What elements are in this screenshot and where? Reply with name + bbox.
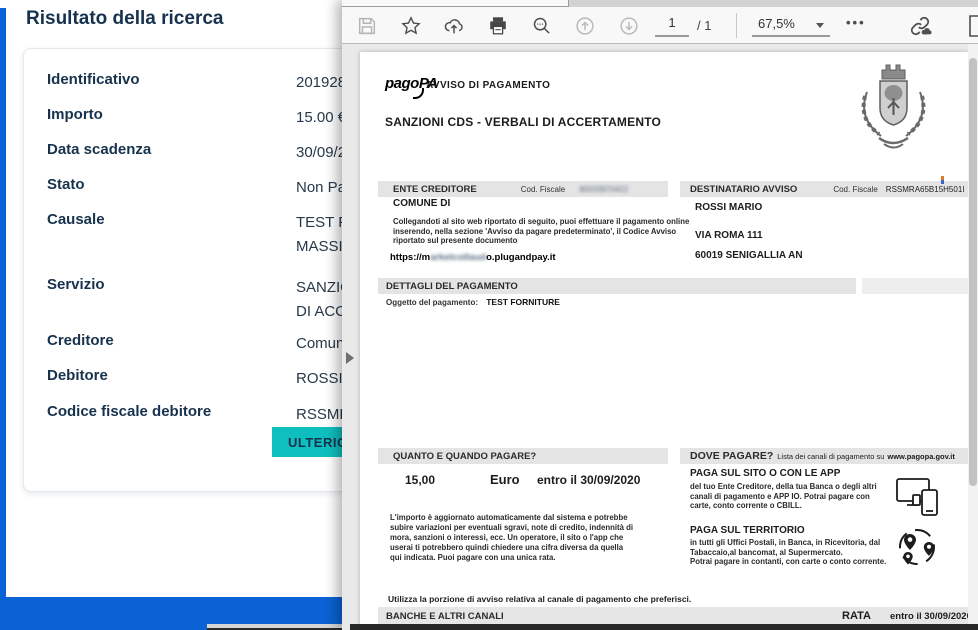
- field-label: Importo: [47, 106, 103, 123]
- amount-currency: Euro: [490, 472, 520, 487]
- field-label: Servizio: [47, 276, 105, 293]
- zoom-level-dropdown[interactable]: 67,5%: [752, 15, 830, 37]
- section-dove-pagare: DOVE PAGARE? Lista dei canali di pagamen…: [680, 448, 968, 464]
- page-bottom-band: [350, 624, 978, 630]
- url-redacted: arketcollaud: [430, 252, 486, 263]
- amount-disclaimer: L'importo è aggiornato automaticamente d…: [390, 513, 633, 563]
- field-value: 15.00 €: [296, 106, 346, 130]
- creditor-info-text: Collegandoti al sito web riportato di se…: [393, 217, 689, 246]
- more-options-button[interactable]: •••: [840, 14, 872, 31]
- page-number-input[interactable]: 1: [655, 15, 689, 37]
- field-label: Debitore: [47, 367, 108, 384]
- section-banche-canali: BANCHE E ALTRI CANALI RATA entro il 30/0…: [378, 607, 968, 625]
- section-destinatario: DESTINATARIO AVVISO Cod. Fiscale RSSMRA6…: [680, 181, 968, 197]
- pay-online-text: del tuo Ente Creditore, della tua Banca …: [690, 482, 877, 511]
- page-total-label: / 1: [697, 18, 711, 33]
- document-tool-icon[interactable]: [967, 14, 978, 38]
- scrollbar-track[interactable]: [968, 44, 978, 630]
- sidebar-toggle-arrow[interactable]: [346, 352, 354, 364]
- field-label: Codice fiscale debitore: [47, 403, 211, 420]
- amount-deadline: entro il 30/09/2020: [537, 473, 640, 487]
- channel-note: Utilizza la porzione di avviso relativa …: [388, 594, 691, 604]
- devices-icon: [895, 477, 941, 519]
- screen: Risultato della ricerca Identificativo 2…: [0, 0, 978, 630]
- section-ente-creditore: ENTE CREDITORE Cod. Fiscale 80033970422: [378, 181, 668, 197]
- share-link-icon[interactable]: [908, 14, 932, 38]
- pay-territory-title: PAGA SUL TERRITORIO: [690, 525, 805, 536]
- payment-url-link[interactable]: https://marketcollaudo.plugandpay.it: [390, 252, 556, 263]
- service-title: SANZIONI CDS - VERBALI DI ACCERTAMENTO: [385, 115, 661, 129]
- field-label: Creditore: [47, 332, 114, 349]
- page-title: Risultato della ricerca: [26, 8, 223, 30]
- section-quanto-quando: QUANTO E QUANDO PAGARE?: [378, 448, 668, 464]
- cloud-upload-icon[interactable]: [443, 14, 467, 38]
- recipient-address: VIA ROMA 111: [695, 230, 763, 241]
- recipient-city: 60019 SENIGALLIA AN: [695, 250, 803, 261]
- zoom-level-value: 67,5%: [758, 16, 795, 31]
- pdf-toolbar: 1 / 1 67,5% •••: [342, 7, 978, 44]
- amount-value: 15,00: [405, 473, 435, 487]
- chevron-down-icon: [816, 23, 824, 28]
- search-zoom-icon[interactable]: [531, 14, 555, 38]
- caret-mark: [941, 176, 944, 184]
- cod-fiscale-redacted: 80033970422: [579, 185, 628, 194]
- toolbar-separator: [736, 13, 737, 38]
- pay-online-title: PAGA SUL SITO O CON LE APP: [690, 468, 840, 479]
- pdf-viewer-canvas: pagoPA AVVISO DI PAGAMENTO SANZIONI CDS …: [342, 44, 978, 630]
- section-dettagli-pagamento: DETTAGLI DEL PAGAMENTO: [378, 278, 856, 294]
- page-up-icon[interactable]: [574, 14, 598, 38]
- search-result-panel: Risultato della ricerca Identificativo 2…: [0, 0, 342, 630]
- payment-subject: Oggetto del pagamento: TEST FORNITURE: [386, 297, 560, 307]
- page-down-icon[interactable]: [618, 14, 642, 38]
- section-dettagli-right-segment: [862, 278, 968, 294]
- field-label: Stato: [47, 176, 85, 193]
- pdf-viewer-window: 1 / 1 67,5% •••: [342, 0, 978, 630]
- municipal-coat-of-arms: [851, 60, 936, 170]
- pay-territory-text: in tutti gli Uffici Postali, in Banca, i…: [690, 538, 886, 567]
- rata-label: RATA: [842, 610, 871, 622]
- field-label: Identificativo: [47, 71, 140, 88]
- scrollbar-thumb[interactable]: [969, 58, 977, 486]
- window-tab: [342, 0, 569, 7]
- field-label: Causale: [47, 211, 105, 228]
- notice-type-label: AVVISO DI PAGAMENTO: [426, 80, 550, 91]
- map-pins-icon: [892, 522, 942, 572]
- pdf-page: pagoPA AVVISO DI PAGAMENTO SANZIONI CDS …: [360, 52, 968, 630]
- save-icon[interactable]: [356, 14, 380, 38]
- window-top-edge: [342, 0, 978, 7]
- recipient-name: ROSSI MARIO: [695, 202, 762, 213]
- creditor-name: COMUNE DI: [393, 198, 450, 209]
- accent-stripe: [0, 8, 6, 630]
- star-icon[interactable]: [400, 14, 424, 38]
- field-label: Data scadenza: [47, 141, 151, 158]
- rata-deadline: entro il 30/09/2020: [890, 611, 972, 622]
- print-icon[interactable]: [487, 14, 511, 38]
